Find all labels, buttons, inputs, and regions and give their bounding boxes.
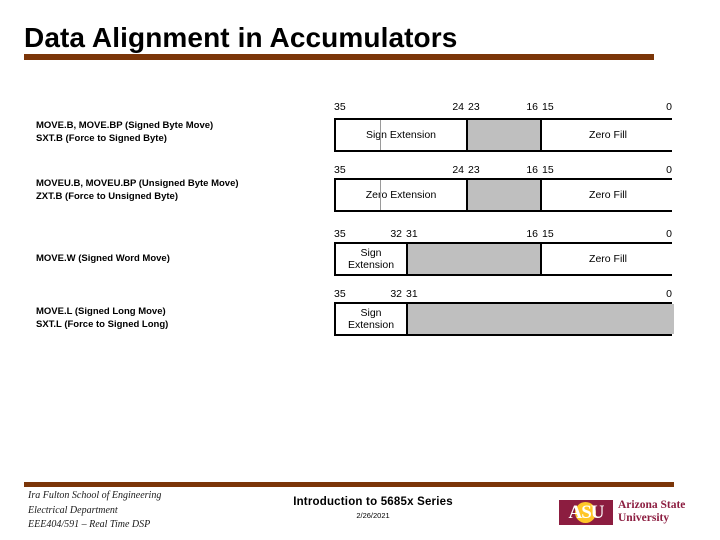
field-label: Sign Extension: [365, 129, 437, 141]
bit-number-35: 35: [334, 228, 346, 240]
field-label: Zero Fill: [589, 189, 627, 201]
field-sign-extension: Sign Extension: [336, 244, 406, 274]
accumulator-bar: Zero Extension Zero Fill: [334, 178, 674, 212]
asu-wordmark-line-1: Arizona State: [618, 499, 686, 511]
bit-number-32: 32: [390, 228, 402, 240]
field-data: [406, 244, 542, 274]
bit-number-31: 31: [406, 228, 418, 240]
bit-number-0: 0: [666, 164, 672, 176]
bit-number-24: 24: [452, 101, 464, 113]
footer-affiliation-line-1: Ira Fulton School of Engineering: [28, 490, 162, 501]
field-label: Sign Extension: [347, 247, 395, 271]
asu-logo-mark: ASU: [559, 499, 613, 525]
asu-wordmark-line-2: University: [618, 512, 670, 524]
instruction-label-line-2: ZXT.B (Force to Unsigned Byte): [36, 191, 178, 202]
bit-number-strip: 35 32 31 16 15 0: [334, 227, 672, 241]
field-data: [466, 180, 542, 210]
accumulator-bar: Sign Extension Zero Fill: [334, 118, 674, 152]
bit-number-16: 16: [526, 228, 538, 240]
accumulator-bar: Sign Extension: [334, 302, 674, 336]
instruction-label-line-2: SXT.L (Force to Signed Long): [36, 319, 169, 330]
footer-affiliation: Ira Fulton School of Engineering Electric…: [28, 489, 161, 533]
bit-number-16: 16: [526, 101, 538, 113]
bit-number-15: 15: [542, 228, 554, 240]
footer-affiliation-line-2: Electrical Department: [28, 504, 118, 516]
instruction-label-line-1: MOVE.W (Signed Word Move): [36, 253, 170, 264]
bit-number-32: 32: [390, 288, 402, 300]
data-alignment-diagram: MOVE.B, MOVE.BP (Signed Byte Move) SXT.B …: [0, 0, 720, 470]
bit-number-strip: 35 24 23 16 15 0: [334, 163, 672, 177]
instruction-label-group: MOVEU.B, MOVEU.BP (Unsigned Byte Move) ZX…: [36, 177, 239, 203]
bit-number-strip: 35 24 23 16 15 0: [334, 100, 672, 114]
bit-number-23: 23: [468, 101, 480, 113]
bit-number-0: 0: [666, 228, 672, 240]
asu-logo: ASU Arizona State University: [559, 497, 685, 527]
bit-number-35: 35: [334, 288, 346, 300]
field-data: [466, 120, 542, 150]
faint-field-divider: [380, 180, 381, 210]
field-label: Sign Extension: [347, 307, 395, 331]
field-zero-extension: Zero Extension: [336, 180, 466, 210]
bit-number-0: 0: [666, 288, 672, 300]
instruction-label-line-2: SXT.B (Force to Signed Byte): [36, 133, 167, 144]
field-zero-fill: Zero Fill: [542, 180, 674, 210]
field-data: [406, 304, 674, 334]
bit-number-strip: 35 32 31 0: [334, 287, 672, 301]
instruction-label-group: MOVE.B, MOVE.BP (Signed Byte Move) SXT.B …: [36, 119, 213, 145]
footer-presentation-title: Introduction to 5685x Series: [293, 496, 453, 508]
instruction-label-line-1: MOVE.L (Signed Long Move): [36, 306, 166, 317]
field-zero-fill: Zero Fill: [542, 244, 674, 274]
bit-number-15: 15: [542, 164, 554, 176]
instruction-label-group: MOVE.W (Signed Word Move): [36, 252, 170, 265]
footer-center-block: Introduction to 5685x Series 2/26/2021: [258, 496, 488, 520]
field-label: Zero Fill: [589, 129, 627, 141]
accumulator-bar: Sign Extension Zero Fill: [334, 242, 674, 276]
instruction-label-group: MOVE.L (Signed Long Move) SXT.L (Force to…: [36, 305, 168, 331]
field-sign-extension: Sign Extension: [336, 120, 466, 150]
bit-number-35: 35: [334, 164, 346, 176]
field-label: Zero Extension: [365, 189, 437, 201]
field-label: Zero Fill: [589, 253, 627, 265]
bit-number-24: 24: [452, 164, 464, 176]
footer-date: 2/26/2021: [356, 511, 390, 520]
bit-number-31: 31: [406, 288, 418, 300]
footer-rule: [24, 482, 674, 487]
asu-logo-letters: ASU: [568, 501, 604, 523]
footer-affiliation-line-3: EEE404/591 – Real Time DSP: [28, 519, 151, 530]
field-sign-extension: Sign Extension: [336, 304, 406, 334]
asu-wordmark: Arizona State University: [618, 499, 685, 525]
bit-number-15: 15: [542, 101, 554, 113]
bit-number-16: 16: [526, 164, 538, 176]
field-zero-fill: Zero Fill: [542, 120, 674, 150]
bit-number-23: 23: [468, 164, 480, 176]
faint-field-divider: [380, 120, 381, 150]
instruction-label-line-1: MOVEU.B, MOVEU.BP (Unsigned Byte Move): [36, 178, 239, 189]
bit-number-35: 35: [334, 101, 346, 113]
instruction-label-line-1: MOVE.B, MOVE.BP (Signed Byte Move): [36, 120, 214, 131]
bit-number-0: 0: [666, 101, 672, 113]
